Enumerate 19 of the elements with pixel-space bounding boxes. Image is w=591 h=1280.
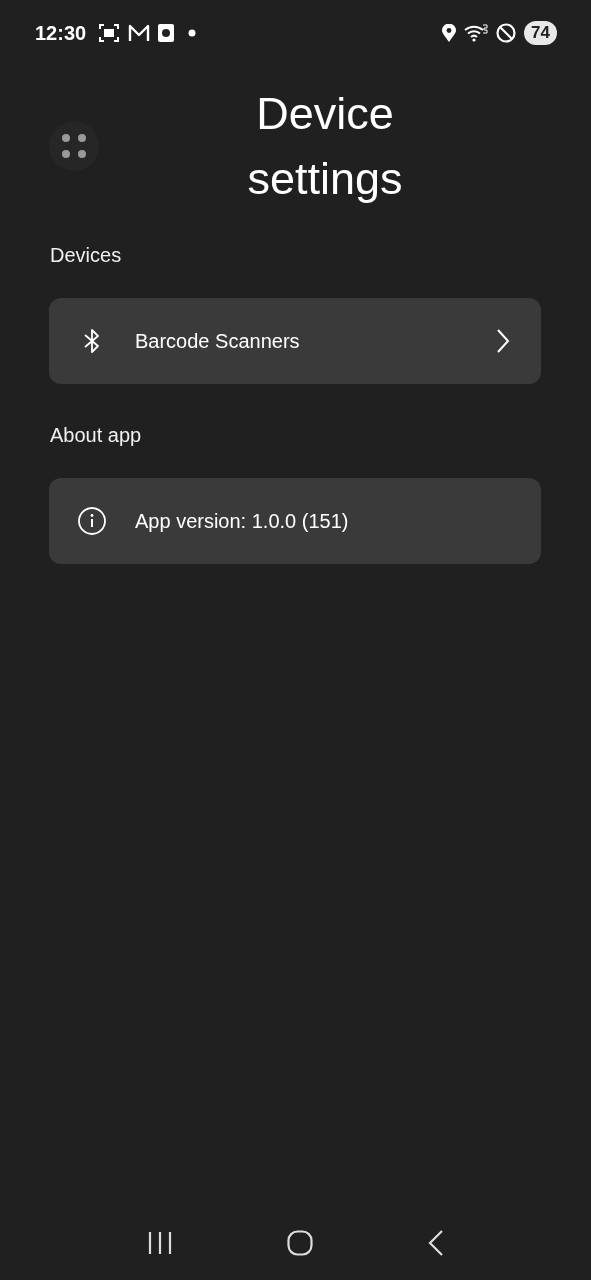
wifi-icon [464,24,489,42]
location-icon [442,24,457,42]
do-not-disturb-icon [496,23,517,43]
status-time: 12:30 [35,21,87,45]
info-icon [77,506,107,536]
back-icon[interactable] [427,1230,444,1256]
screenshot-icon [98,23,121,43]
section-label: Devices [50,244,123,267]
mail-icon [128,24,151,42]
version-text: App version: 1.0.0 (151) [135,509,350,533]
chevron-right-icon [495,328,511,354]
battery-level: 74 [524,21,557,45]
page-title: Device settings [246,87,404,206]
settings-item[interactable]: Barcode Scanners [49,298,541,384]
home-icon[interactable] [287,1230,314,1256]
section-label: About app [50,424,143,447]
recent-apps-icon[interactable] [147,1231,174,1255]
notification-dot-icon [188,29,197,37]
grid-dots-icon [59,131,89,161]
